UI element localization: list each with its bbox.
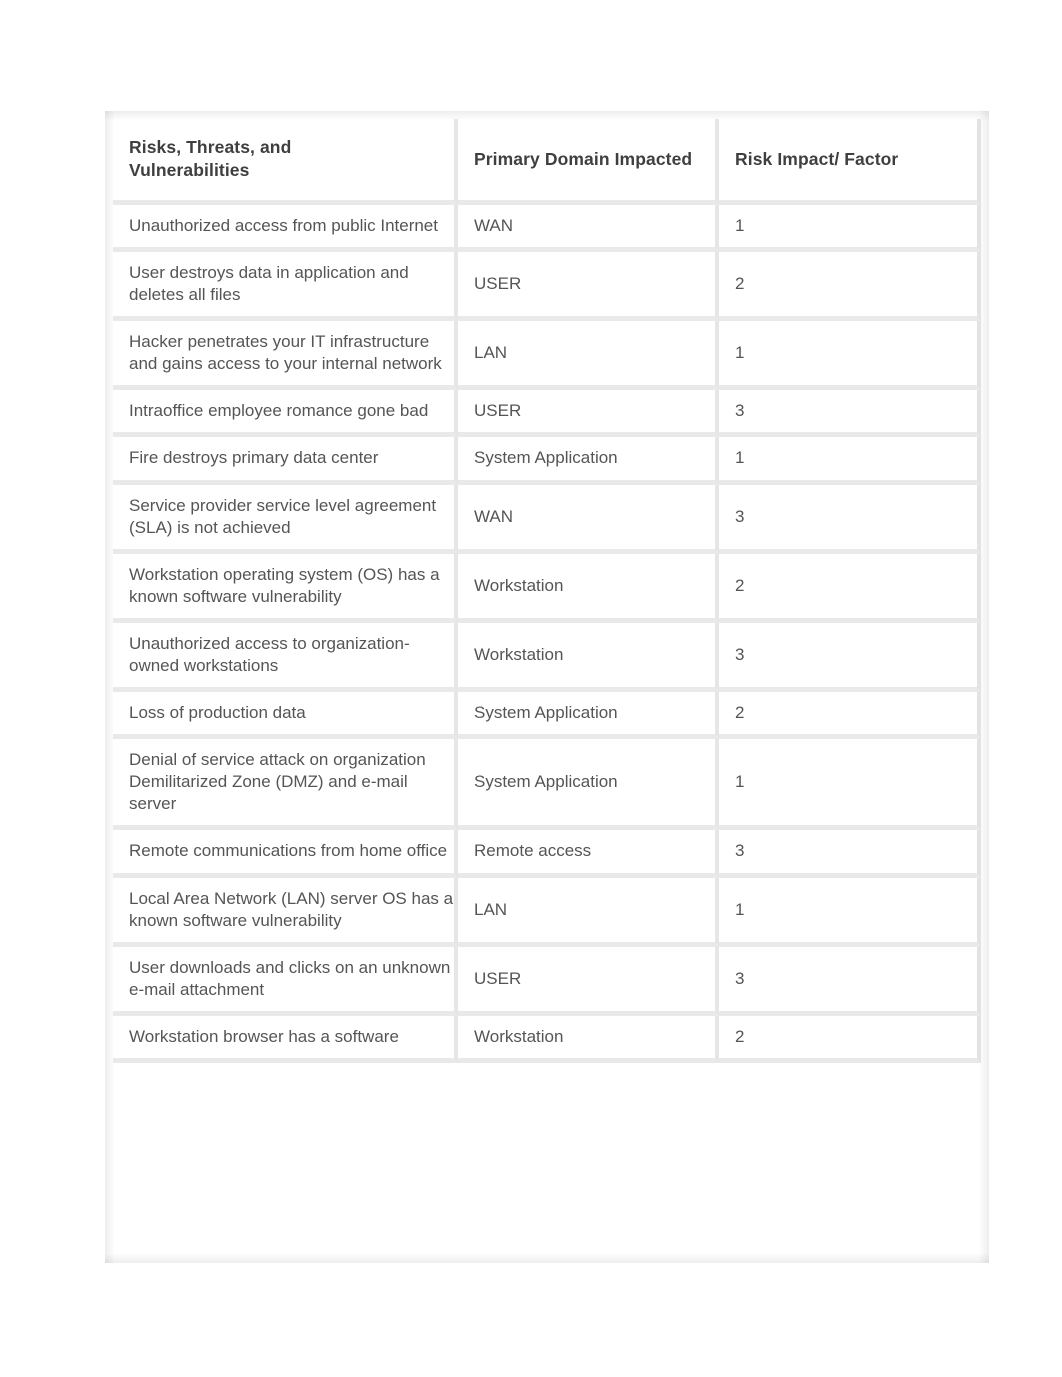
- cell-domain: USER: [458, 946, 719, 1016]
- cell-risk: Workstation operating system (OS) has a …: [113, 553, 458, 623]
- table-header: Risks, Threats, and Vulnerabilities Prim…: [113, 119, 981, 205]
- cell-domain: Workstation: [458, 553, 719, 623]
- column-header-risks-line2: Vulnerabilities: [129, 160, 250, 181]
- table-row: User destroys data in application and de…: [113, 251, 981, 322]
- cell-factor: 3: [719, 484, 981, 554]
- cell-domain: LAN: [458, 321, 719, 391]
- cell-factor: 2: [719, 251, 981, 322]
- cell-risk: Service provider service level agreement…: [113, 484, 458, 554]
- column-header-primary-domain: Primary Domain Impacted: [458, 119, 719, 205]
- cell-risk: User downloads and clicks on an unknown …: [113, 946, 458, 1016]
- cell-domain: Remote access: [458, 830, 719, 878]
- cell-risk: Local Area Network (LAN) server OS has a…: [113, 877, 458, 947]
- cell-domain: USER: [458, 390, 719, 438]
- column-header-risks: Risks, Threats, and Vulnerabilities: [113, 119, 458, 205]
- cell-factor: 2: [719, 692, 981, 740]
- cell-risk: Remote communications from home office: [113, 830, 458, 878]
- cell-factor: 3: [719, 390, 981, 438]
- cell-factor: 3: [719, 622, 981, 693]
- cell-factor: 1: [719, 437, 981, 485]
- table-row: Remote communications from home office R…: [113, 830, 981, 878]
- cell-domain: WAN: [458, 484, 719, 554]
- risk-table-container: Risks, Threats, and Vulnerabilities Prim…: [113, 119, 981, 1256]
- table-row: Service provider service level agreement…: [113, 484, 981, 554]
- cell-factor: 1: [719, 204, 981, 252]
- cell-domain: Workstation: [458, 622, 719, 693]
- document-page: Risks, Threats, and Vulnerabilities Prim…: [0, 0, 1062, 1377]
- cell-risk: Unauthorized access to organization-owne…: [113, 622, 458, 693]
- cell-domain: USER: [458, 251, 719, 322]
- cell-risk: Unauthorized access from public Internet: [113, 204, 458, 252]
- table-row: Unauthorized access from public Internet…: [113, 204, 981, 252]
- cell-risk: Workstation browser has a software: [113, 1015, 458, 1064]
- cell-domain: LAN: [458, 877, 719, 947]
- table-row: Denial of service attack on organization…: [113, 739, 981, 831]
- cell-factor: 1: [719, 321, 981, 391]
- table-row: User downloads and clicks on an unknown …: [113, 946, 981, 1016]
- column-header-risks-line1: Risks, Threats, and: [129, 137, 292, 157]
- cell-risk: User destroys data in application and de…: [113, 251, 458, 322]
- table-row: Hacker penetrates your IT infrastructure…: [113, 321, 981, 391]
- cell-domain: System Application: [458, 692, 719, 740]
- table-row: Fire destroys primary data center System…: [113, 437, 981, 485]
- cell-risk: Intraoffice employee romance gone bad: [113, 390, 458, 438]
- cell-factor: 1: [719, 877, 981, 947]
- table-row: Workstation operating system (OS) has a …: [113, 553, 981, 623]
- cell-factor: 2: [719, 1015, 981, 1064]
- table-body: Unauthorized access from public Internet…: [113, 204, 981, 1064]
- table-row: Intraoffice employee romance gone bad US…: [113, 390, 981, 438]
- table-row: Loss of production data System Applicati…: [113, 692, 981, 740]
- cell-domain: System Application: [458, 739, 719, 831]
- cell-factor: 1: [719, 739, 981, 831]
- column-header-risk-impact: Risk Impact/ Factor: [719, 119, 981, 205]
- cell-factor: 3: [719, 946, 981, 1016]
- cell-domain: Workstation: [458, 1015, 719, 1064]
- cell-domain: System Application: [458, 437, 719, 485]
- table-row: Workstation browser has a software Works…: [113, 1015, 981, 1064]
- table-header-row: Risks, Threats, and Vulnerabilities Prim…: [113, 119, 981, 205]
- cell-risk: Loss of production data: [113, 692, 458, 740]
- cell-risk: Hacker penetrates your IT infrastructure…: [113, 321, 458, 391]
- cell-factor: 3: [719, 830, 981, 878]
- cell-risk: Denial of service attack on organization…: [113, 739, 458, 831]
- cell-risk: Fire destroys primary data center: [113, 437, 458, 485]
- risk-assessment-table: Risks, Threats, and Vulnerabilities Prim…: [113, 119, 981, 1064]
- cell-domain: WAN: [458, 204, 719, 252]
- table-row: Unauthorized access to organization-owne…: [113, 622, 981, 693]
- cell-factor: 2: [719, 553, 981, 623]
- table-row: Local Area Network (LAN) server OS has a…: [113, 877, 981, 947]
